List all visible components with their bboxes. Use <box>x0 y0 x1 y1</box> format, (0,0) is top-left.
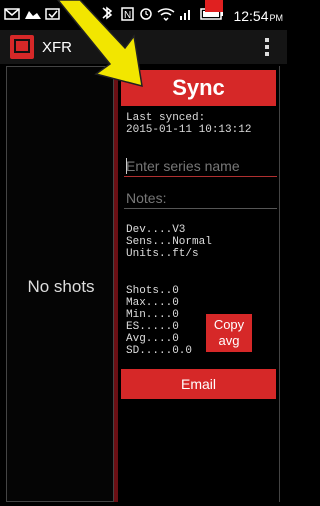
last-synced-value: 2015-01-11 10:13:12 <box>126 124 252 136</box>
stat-avg: Avg....0 <box>126 333 179 345</box>
notes-input[interactable] <box>124 187 277 209</box>
device-info: Dev....V3 Sens...Normal Units..ft/s <box>126 224 212 260</box>
stat-sd: SD.....0.0 <box>126 345 193 357</box>
last-synced-info: Last synced: 2015-01-11 10:13:12 <box>126 112 251 136</box>
stat-es: ES.....0 <box>126 321 179 333</box>
svg-text:N: N <box>124 10 131 21</box>
copy-avg-label-2: avg <box>218 333 240 348</box>
empty-state-text: No shots <box>27 277 95 296</box>
device-sensitivity: Sens...Normal <box>126 236 212 248</box>
app-title: XFR <box>42 39 72 56</box>
stat-min: Min....0 <box>126 309 179 321</box>
copy-avg-button[interactable]: Copy avg <box>206 314 252 352</box>
email-button[interactable]: Email <box>121 369 276 399</box>
system-icons: N <box>102 6 190 22</box>
action-bar: XFR <box>0 30 287 64</box>
text-cursor <box>126 158 127 174</box>
series-name-input[interactable] <box>124 155 277 177</box>
status-time: 12:54PM <box>233 8 283 24</box>
device-version: Dev....V3 <box>126 224 186 236</box>
notification-icons <box>4 8 60 20</box>
status-bar: N 12:54PM <box>0 0 287 30</box>
device-units: Units..ft/s <box>126 248 199 260</box>
last-synced-label: Last synced: <box>126 112 206 124</box>
stat-max: Max....0 <box>126 297 179 309</box>
app-logo-icon[interactable] <box>10 35 34 59</box>
annotation-marker <box>205 0 223 12</box>
stats-summary: Shots..0 Max....0 Min....0 ES.....0 Avg....0… <box>126 285 192 357</box>
stat-shots: Shots..0 <box>126 285 179 297</box>
shots-list-panel: No shots <box>6 66 114 502</box>
overflow-menu-icon[interactable] <box>265 38 269 56</box>
sync-button[interactable]: Sync <box>121 70 276 106</box>
copy-avg-label-1: Copy <box>213 317 245 332</box>
